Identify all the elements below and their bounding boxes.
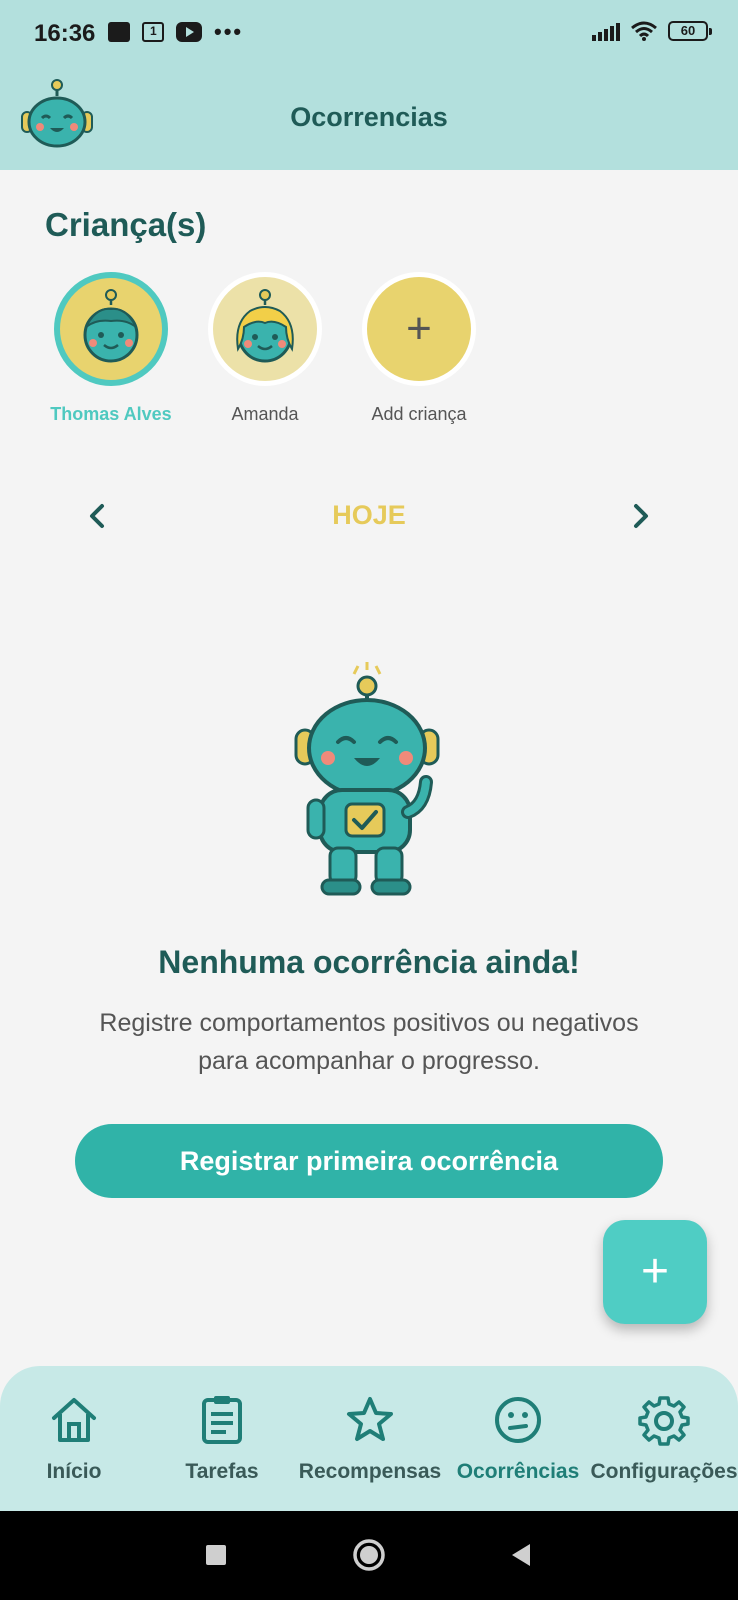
chevron-right-icon[interactable] [620, 496, 660, 536]
register-first-occurrence-button[interactable]: Registrar primeira ocorrência [75, 1124, 663, 1198]
nav-item-inicio[interactable]: Início [0, 1394, 148, 1484]
youtube-icon [176, 22, 202, 42]
nav-item-tarefas[interactable]: Tarefas [148, 1394, 296, 1484]
nav-item-recompensas[interactable]: Recompensas [296, 1394, 444, 1484]
nav-item-ocorrencias[interactable]: Ocorrências [444, 1394, 592, 1484]
nav-item-configuracoes[interactable]: Configurações [590, 1394, 738, 1484]
robot-mascot-icon [294, 662, 440, 896]
empty-state-text: Registre comportamentos positivos ou neg… [99, 1009, 639, 1075]
status-bar: 16:36 1 ••• 60 [0, 0, 738, 66]
recents-button[interactable] [196, 1535, 236, 1575]
gear-icon [638, 1396, 690, 1446]
signal-icon [592, 21, 620, 41]
add-child-button[interactable]: + Add criança [344, 272, 494, 425]
child-amanda[interactable]: Amanda [190, 272, 340, 425]
date-navigator: HOJE [0, 492, 738, 542]
status-time: 16:36 [34, 20, 96, 47]
avatar [208, 272, 322, 386]
plus-icon: + [406, 304, 432, 353]
children-section-title: Criança(s) [45, 206, 207, 243]
girl-robot-avatar-icon [236, 289, 294, 363]
boy-robot-avatar-icon [83, 289, 139, 363]
star-icon [347, 1397, 393, 1441]
page-title: Ocorrencias [290, 102, 448, 132]
avatar [54, 272, 168, 386]
add-circle: + [362, 272, 476, 386]
add-child-label: Add criança [371, 404, 467, 424]
face-icon [495, 1397, 541, 1443]
system-navigation-bar [0, 1511, 738, 1600]
child-thomas-alves[interactable]: Thomas Alves [36, 272, 186, 425]
home-icon [52, 1398, 96, 1442]
home-button[interactable] [349, 1535, 389, 1575]
app-bar: Ocorrencias [0, 66, 738, 170]
empty-state-title: Nenhuma ocorrência ainda! [158, 944, 580, 980]
message-icon [108, 22, 130, 42]
wifi-icon [631, 21, 657, 41]
bottom-navigation: Início Tarefas Recompensas Ocorrências C… [0, 1366, 738, 1511]
calendar-icon: 1 [142, 22, 164, 42]
more-notifications-icon: ••• [214, 19, 244, 44]
battery-icon: 60 [668, 21, 712, 41]
add-occurrence-fab[interactable]: + [603, 1220, 707, 1324]
plus-icon: + [640, 1245, 670, 1298]
back-button[interactable] [500, 1535, 540, 1575]
child-name: Thomas Alves [50, 404, 172, 424]
clipboard-icon [202, 1396, 242, 1444]
child-name: Amanda [231, 404, 299, 424]
